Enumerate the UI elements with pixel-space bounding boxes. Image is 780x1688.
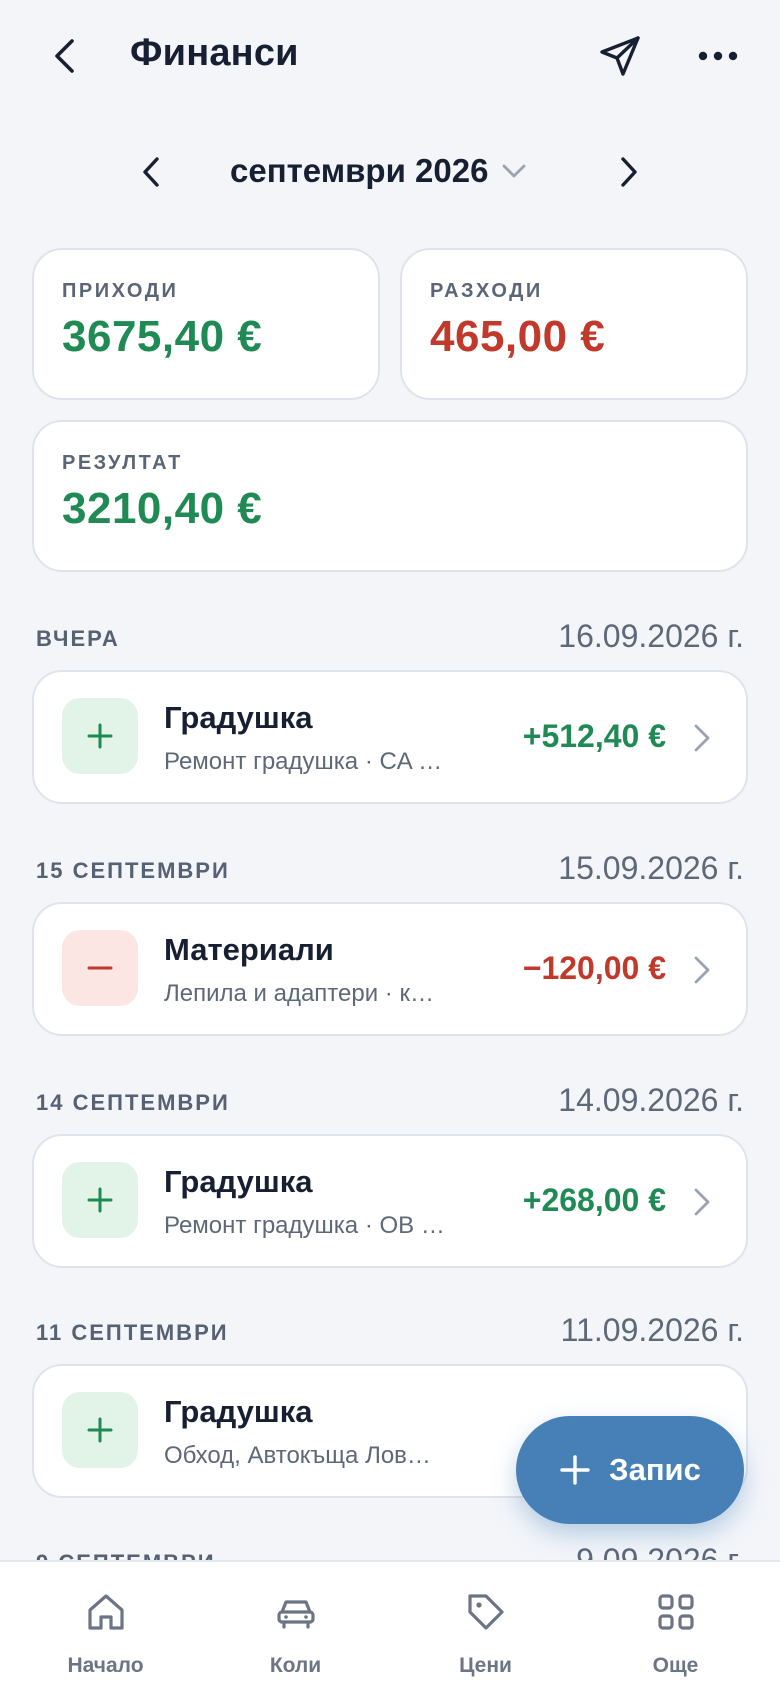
- transaction-title: Градушка: [164, 700, 313, 735]
- section-label: 14 СЕПТЕМВРИ: [36, 1090, 230, 1115]
- income-badge: [62, 1162, 138, 1238]
- chevron-left-icon: [55, 39, 74, 73]
- car-icon: [276, 1600, 315, 1629]
- home-icon: [87, 1594, 124, 1630]
- app-header: Финанси: [0, 0, 780, 116]
- income-value: 3675,40 €: [62, 312, 263, 361]
- previous-month-button[interactable]: [126, 142, 176, 202]
- nav-item-cars[interactable]: Коли: [198, 1562, 393, 1688]
- section-header: 11 СЕПТЕМВРИ 11.09.2026 г.: [36, 1312, 744, 1352]
- section-label: ВЧЕРА: [36, 626, 120, 651]
- transaction-row[interactable]: Материали Лепила и адаптери · к… −120,00…: [32, 902, 748, 1036]
- transaction-row[interactable]: Градушка Ремонт градушка · CA … +512,40 …: [32, 670, 748, 804]
- nav-label: Коли: [269, 1654, 322, 1677]
- chevron-right-icon: [694, 1188, 710, 1216]
- send-icon: [600, 36, 640, 76]
- nav-item-prices[interactable]: Цени: [388, 1562, 583, 1688]
- chevron-right-icon: [694, 724, 710, 752]
- next-month-button[interactable]: [604, 142, 654, 202]
- plus-icon: [87, 723, 113, 749]
- nav-item-more[interactable]: Още: [578, 1562, 773, 1688]
- nav-item-home[interactable]: Начало: [8, 1562, 203, 1688]
- result-value: 3210,40 €: [62, 484, 263, 533]
- expense-summary-card: РАЗХОДИ 465,00 €: [400, 248, 748, 400]
- nav-label: Начало: [67, 1654, 144, 1677]
- section-date: 11.09.2026 г.: [560, 1312, 744, 1348]
- transaction-subtitle: Обход, Автокъща Лов…: [164, 1442, 431, 1469]
- section-label: 11 СЕПТЕМВРИ: [36, 1320, 229, 1345]
- income-badge: [62, 1392, 138, 1468]
- transaction-subtitle: Ремонт градушка · OB …: [164, 1212, 445, 1239]
- month-dropdown[interactable]: септември 2026: [230, 152, 526, 190]
- grid-icon: [657, 1594, 694, 1630]
- section-date: 14.09.2026 г.: [558, 1082, 744, 1118]
- minus-icon: [87, 966, 113, 970]
- section-label: 15 СЕПТЕМВРИ: [36, 858, 230, 883]
- section-header: ВЧЕРА 16.09.2026 г.: [36, 618, 744, 658]
- month-selector: септември 2026: [0, 140, 780, 204]
- chevron-left-icon: [143, 157, 159, 187]
- month-label: септември 2026: [230, 152, 489, 189]
- chevron-down-icon: [503, 164, 526, 178]
- section-date: 15.09.2026 г.: [558, 850, 744, 886]
- add-record-label: Запис: [609, 1452, 701, 1487]
- more-horizontal-icon: [698, 51, 738, 61]
- transaction-amount: +512,40 €: [522, 718, 666, 754]
- bottom-navigation: Начало Коли Цени Още: [0, 1560, 780, 1688]
- tag-icon: [467, 1594, 504, 1630]
- expense-badge: [62, 930, 138, 1006]
- income-label: ПРИХОДИ: [62, 280, 179, 302]
- back-button[interactable]: [40, 28, 90, 84]
- transaction-subtitle: Ремонт градушка · CA …: [164, 748, 443, 775]
- plus-icon: [87, 1187, 113, 1213]
- share-button[interactable]: [592, 28, 648, 84]
- transaction-title: Материали: [164, 932, 334, 967]
- section-header: 15 СЕПТЕМВРИ 15.09.2026 г.: [36, 850, 744, 890]
- income-summary-card: ПРИХОДИ 3675,40 €: [32, 248, 380, 400]
- transaction-amount: +268,00 €: [522, 1182, 666, 1218]
- chevron-right-icon: [621, 157, 637, 187]
- transaction-title: Градушка: [164, 1394, 313, 1429]
- income-badge: [62, 698, 138, 774]
- result-label: РЕЗУЛТАТ: [62, 452, 183, 474]
- add-record-button[interactable]: Запис: [516, 1416, 744, 1524]
- expense-value: 465,00 €: [430, 312, 606, 361]
- plus-icon: [87, 1417, 113, 1443]
- nav-label: Цени: [459, 1654, 512, 1677]
- transaction-title: Градушка: [164, 1164, 313, 1199]
- page-title: Финанси: [130, 32, 299, 74]
- transaction-subtitle: Лепила и адаптери · к…: [164, 980, 434, 1007]
- transaction-amount: −120,00 €: [522, 950, 666, 986]
- section-header: 14 СЕПТЕМВРИ 14.09.2026 г.: [36, 1082, 744, 1122]
- more-button[interactable]: [690, 28, 746, 84]
- chevron-right-icon: [694, 956, 710, 984]
- result-summary-card: РЕЗУЛТАТ 3210,40 €: [32, 420, 748, 572]
- plus-icon: [560, 1455, 590, 1485]
- transaction-row[interactable]: Градушка Ремонт градушка · OB … +268,00 …: [32, 1134, 748, 1268]
- section-date: 16.09.2026 г.: [558, 618, 744, 654]
- nav-label: Още: [652, 1654, 699, 1677]
- expense-label: РАЗХОДИ: [430, 280, 543, 302]
